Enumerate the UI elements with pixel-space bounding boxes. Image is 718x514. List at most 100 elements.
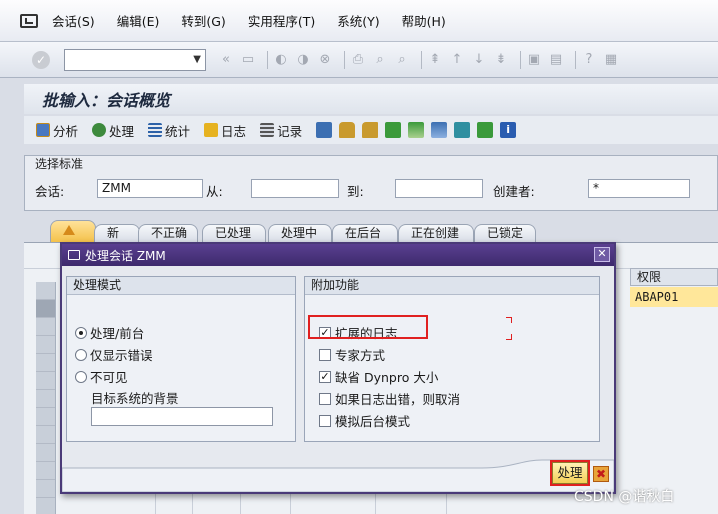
radio-foreground-label: 处理/前台: [90, 326, 145, 341]
menu-item-help[interactable]: 帮助(H): [402, 11, 446, 30]
checkbox-default-dynpro-size[interactable]: 缺省 Dynpro 大小: [319, 367, 438, 386]
process-icon: [92, 123, 107, 137]
page-title: 批输入：会话概览: [42, 91, 171, 110]
radio-errors-only[interactable]: 仅显示错误: [75, 345, 153, 364]
shortcut-icon[interactable]: ▤: [548, 52, 564, 68]
previous-page-icon[interactable]: ↑: [449, 52, 465, 68]
checkbox-checked[interactable]: [319, 370, 331, 383]
checkbox[interactable]: [319, 414, 331, 427]
filter-icon[interactable]: [408, 122, 425, 138]
print-icon[interactable]: ⎙: [350, 52, 366, 68]
target-system-input[interactable]: [91, 407, 273, 426]
session-input[interactable]: ZMM: [97, 179, 203, 198]
menu-item-goto[interactable]: 转到(G): [181, 11, 225, 30]
column-header-authorization[interactable]: 权限: [630, 268, 718, 286]
radio-button[interactable]: [75, 370, 87, 383]
statistics-button[interactable]: 统计: [148, 121, 190, 140]
unlock-icon[interactable]: [362, 122, 379, 138]
record-button[interactable]: 记录: [260, 121, 302, 140]
info-icon[interactable]: i: [500, 122, 517, 138]
session-menu-icon[interactable]: [20, 13, 38, 28]
log-button[interactable]: 日志: [204, 121, 246, 140]
export-icon[interactable]: [454, 122, 471, 138]
dialog-title: 处理会话 ZMM: [85, 248, 166, 263]
next-page-icon[interactable]: ↓: [471, 52, 487, 68]
sort-icon[interactable]: [431, 122, 448, 138]
radio-invisible-label: 不可见: [90, 370, 128, 385]
tab-in-process[interactable]: 处理中: [268, 224, 332, 242]
radio-button[interactable]: [75, 348, 87, 361]
help-icon[interactable]: ?: [581, 52, 597, 68]
table-cell-authorization[interactable]: ABAP01: [630, 287, 718, 307]
tab-all[interactable]: [50, 220, 96, 242]
log-icon: [204, 123, 219, 137]
statistics-icon: [148, 123, 163, 137]
tab-new[interactable]: 新: [94, 224, 140, 242]
session-label: 会话:: [35, 184, 65, 199]
from-label: 从:: [206, 184, 223, 199]
new-session-icon[interactable]: ▣: [526, 52, 542, 68]
analyze-button[interactable]: 分析: [36, 121, 78, 140]
radio-invisible[interactable]: 不可见: [75, 367, 128, 386]
process-button[interactable]: 处理: [92, 121, 134, 140]
dialog-process-button[interactable]: 处理: [552, 462, 588, 484]
cancel-on-log-error-label: 如果日志出错，则取消: [335, 392, 461, 407]
toolbar-separator: [267, 50, 268, 69]
dialog-footer-decoration: [62, 459, 614, 492]
menu-item-session[interactable]: 会话(S): [52, 11, 95, 30]
table-grid-line: [290, 494, 291, 514]
toolbar-separator: [575, 50, 576, 69]
menu-item-utilities[interactable]: 实用程序(T): [248, 11, 315, 30]
checkbox-cancel-on-log-error[interactable]: 如果日志出错，则取消: [319, 389, 460, 408]
creator-input[interactable]: *: [588, 179, 690, 198]
standard-toolbar: ✓ ▼ « ▭ ◐ ◑ ⊗ ⎙ ⌕ ⌕ ⇞ ↑ ↓ ⇟ ▣ ▤ ? ▦: [0, 42, 718, 78]
tab-processed[interactable]: 已处理: [202, 224, 266, 242]
selection-criteria-block: 选择标准 会话: ZMM 从: 到: 创建者: *: [24, 155, 718, 211]
radio-foreground[interactable]: 处理/前台: [75, 323, 144, 342]
back-icon[interactable]: ◐: [273, 52, 289, 68]
tab-locked[interactable]: 已锁定: [474, 224, 536, 242]
last-page-icon[interactable]: ⇟: [493, 52, 509, 68]
tab-incorrect[interactable]: 不正确: [138, 224, 198, 242]
selection-header: 选择标准: [35, 157, 84, 171]
enter-check-icon[interactable]: ✓: [32, 50, 50, 69]
find-next-icon[interactable]: ⌕: [394, 52, 410, 68]
toolbar-separator: [344, 50, 345, 69]
menu-item-system[interactable]: 系统(Y): [337, 11, 379, 30]
checkbox[interactable]: [319, 392, 331, 405]
record-label: 记录: [277, 123, 303, 139]
layout-menu-icon[interactable]: ▦: [603, 52, 619, 68]
processing-mode-header: 处理模式: [67, 277, 295, 295]
tab-in-background[interactable]: 在后台: [332, 224, 398, 242]
checkbox-expert-mode[interactable]: 专家方式: [319, 345, 385, 364]
all-sessions-icon: [63, 225, 75, 235]
save-icon[interactable]: ▭: [240, 52, 256, 68]
processing-mode-group: 处理模式 处理/前台 仅显示错误 不可见 目标系统的背景: [66, 276, 296, 442]
transfer-icon[interactable]: [477, 122, 494, 138]
close-button[interactable]: ✕: [594, 247, 610, 262]
table-grid-line: [375, 494, 376, 514]
lock-icon[interactable]: [339, 122, 356, 138]
from-input[interactable]: [251, 179, 339, 198]
cancel-icon[interactable]: ⊗: [317, 52, 333, 68]
double-left-icon[interactable]: «: [218, 52, 234, 68]
command-field[interactable]: ▼: [64, 48, 206, 71]
find-icon[interactable]: ⌕: [372, 52, 388, 68]
toolbar-separator: [421, 50, 422, 69]
additional-functions-header: 附加功能: [305, 277, 599, 295]
target-system-label: 目标系统的背景: [91, 391, 179, 406]
checkbox-simulate-background[interactable]: 模拟后台模式: [319, 411, 410, 430]
chevron-down-icon[interactable]: ▼: [193, 54, 201, 65]
flag-icon[interactable]: [385, 122, 402, 138]
dialog-cancel-button[interactable]: ✖: [593, 466, 609, 482]
delete-icon[interactable]: [316, 122, 333, 138]
to-input[interactable]: [395, 179, 483, 198]
tab-being-created[interactable]: 正在创建: [398, 224, 474, 242]
exit-icon[interactable]: ◑: [295, 52, 311, 68]
toolbar-separator: [520, 50, 521, 69]
checkbox[interactable]: [319, 348, 331, 361]
row-selector-column[interactable]: [36, 282, 56, 514]
radio-button-selected[interactable]: [75, 326, 87, 339]
first-page-icon[interactable]: ⇞: [427, 52, 443, 68]
menu-item-edit[interactable]: 编辑(E): [117, 11, 160, 30]
